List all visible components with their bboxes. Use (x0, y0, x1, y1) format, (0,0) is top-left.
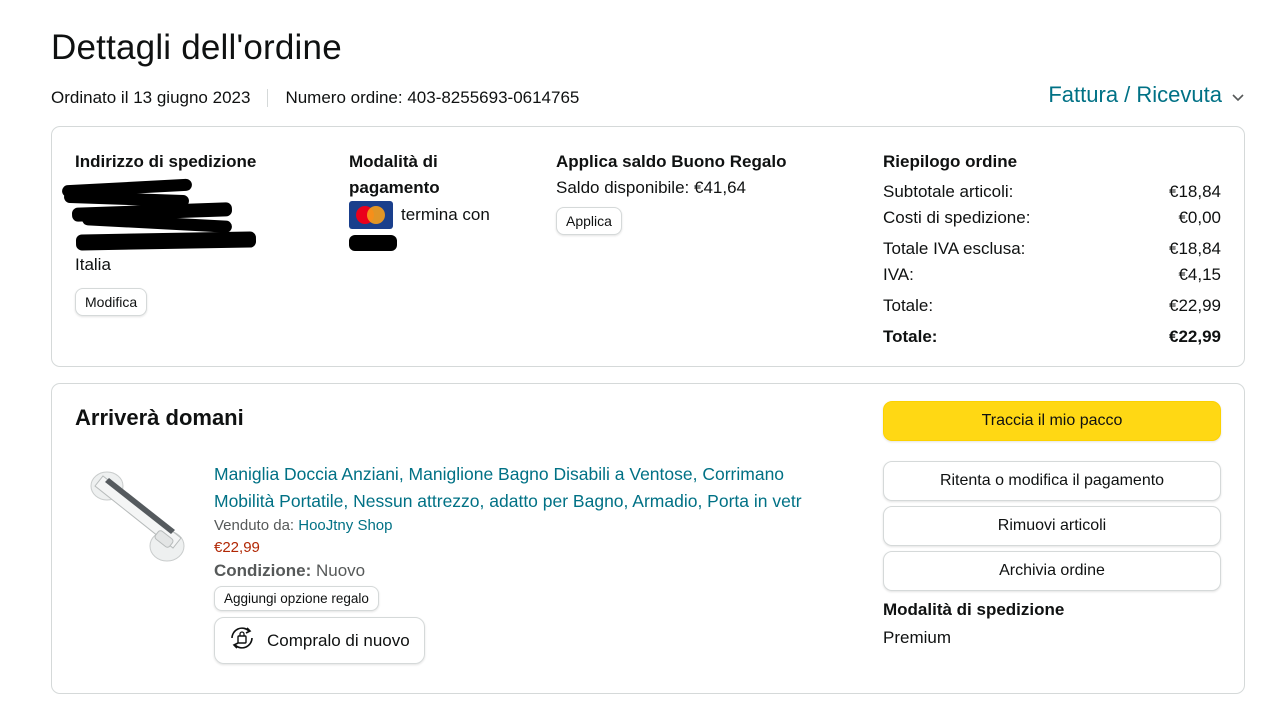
summary-row: Subtotale articoli: €18,84 (883, 179, 1221, 205)
order-details-card: Indirizzo di spedizione Italia Modifica … (51, 126, 1245, 367)
summary-label: Totale: (883, 296, 934, 315)
add-gift-option-button[interactable]: Aggiungi opzione regalo (214, 586, 379, 611)
order-number: Numero ordine: 403-8255693-0614765 (285, 88, 580, 107)
summary-row: Totale IVA esclusa: €18,84 (883, 236, 1221, 262)
shipment-card: Arriverà domani Maniglia Doccia Anziani,… (51, 383, 1245, 694)
product-image[interactable] (85, 464, 200, 574)
invoice-dropdown[interactable]: Fattura / Ricevuta (1048, 82, 1244, 108)
product-price: €22,99 (214, 539, 260, 556)
order-meta: Ordinato il 13 giugno 2023 Numero ordine… (51, 88, 579, 108)
shipping-address-section: Indirizzo di spedizione (75, 149, 305, 175)
summary-label: Totale: (883, 327, 938, 346)
summary-value: €0,00 (1178, 208, 1221, 227)
shipping-address-heading: Indirizzo di spedizione (75, 152, 257, 171)
gift-balance-heading: Applica saldo Buono Regalo (556, 152, 787, 171)
apply-gift-balance-button[interactable]: Applica (556, 207, 622, 235)
archive-order-button[interactable]: Archivia ordine (883, 551, 1221, 591)
seller-link[interactable]: HooJtny Shop (298, 517, 392, 534)
payment-method-heading: Modalità di pagamento (349, 152, 440, 197)
order-date: Ordinato il 13 giugno 2023 (51, 88, 251, 107)
payment-method-section: Modalità di pagamento termina con (349, 149, 529, 229)
buy-again-button[interactable]: Compralo di nuovo (214, 617, 425, 664)
summary-row: Costi di spedizione: €0,00 (883, 205, 1221, 231)
invoice-label: Fattura / Ricevuta (1048, 82, 1222, 107)
card-ending-text: termina con (401, 205, 490, 224)
mastercard-icon (349, 201, 393, 229)
redacted-card-number (349, 235, 397, 251)
gift-balance-available: Saldo disponibile: €41,64 (556, 178, 746, 197)
summary-label: IVA: (883, 265, 914, 284)
edit-address-button[interactable]: Modifica (75, 288, 148, 316)
summary-value: €4,15 (1178, 265, 1221, 284)
summary-value: €18,84 (1169, 182, 1221, 201)
payment-card-line: termina con (349, 201, 529, 229)
shipment-actions: Traccia il mio pacco Ritenta o modifica … (883, 401, 1221, 648)
summary-grand-total-row: Totale: €22,99 (883, 324, 1221, 350)
summary-label: Subtotale articoli: (883, 182, 1014, 201)
summary-label: Totale IVA esclusa: (883, 239, 1026, 258)
chevron-down-icon (1232, 90, 1244, 105)
sold-by-label: Venduto da: (214, 517, 295, 534)
condition-label: Condizione: (214, 561, 312, 580)
product-title-line-2[interactable]: Mobilità Portatile, Nessun attrezzo, ada… (214, 488, 854, 515)
track-package-button[interactable]: Traccia il mio pacco (883, 401, 1221, 441)
gift-balance-section: Applica saldo Buono Regalo Saldo disponi… (556, 149, 836, 235)
product-condition: Condizione: Nuovo (214, 561, 854, 581)
order-summary-section: Riepilogo ordine Subtotale articoli: €18… (883, 149, 1221, 350)
product-title-line-1[interactable]: Maniglia Doccia Anziani, Maniglione Bagn… (214, 461, 854, 488)
summary-value: €22,99 (1169, 327, 1221, 346)
summary-value: €18,84 (1169, 239, 1221, 258)
summary-label: Costi di spedizione: (883, 208, 1031, 227)
shipping-country: Italia (75, 255, 111, 274)
retry-payment-button[interactable]: Ritenta o modifica il pagamento (883, 461, 1221, 501)
condition-value: Nuovo (316, 561, 366, 580)
delivery-status: Arriverà domani (75, 405, 244, 430)
meta-divider (267, 89, 269, 107)
summary-value: €22,99 (1169, 296, 1221, 315)
summary-row: Totale: €22,99 (883, 293, 1221, 319)
shipping-mode-heading: Modalità di spedizione (883, 600, 1065, 619)
buy-again-label: Compralo di nuovo (267, 630, 410, 650)
redacted-address-line-5 (75, 231, 257, 251)
remove-items-button[interactable]: Rimuovi articoli (883, 506, 1221, 546)
page-title: Dettagli dell'ordine (51, 28, 342, 67)
product-info: Maniglia Doccia Anziani, Maniglione Bagn… (214, 461, 854, 664)
buy-again-icon (227, 625, 257, 656)
shipping-mode-value: Premium (883, 628, 952, 647)
summary-row: IVA: €4,15 (883, 262, 1221, 288)
order-summary-heading: Riepilogo ordine (883, 152, 1018, 171)
sold-by: Venduto da: HooJtny Shop (214, 517, 854, 534)
